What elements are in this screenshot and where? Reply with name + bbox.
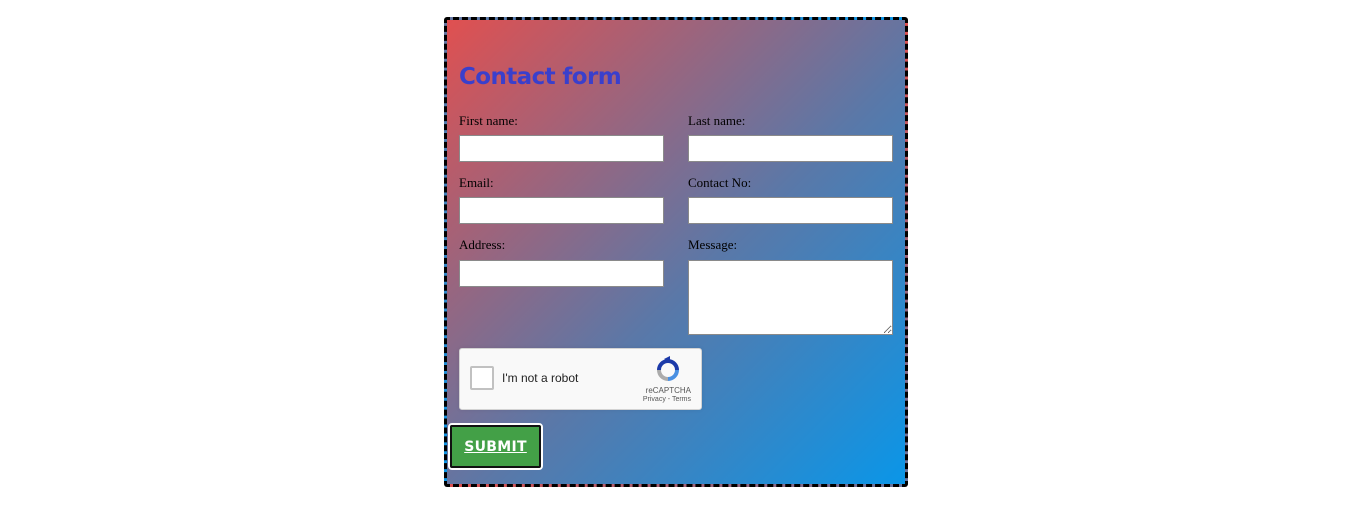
recaptcha-brand: reCAPTCHA: [645, 386, 691, 395]
email-input[interactable]: [459, 197, 664, 224]
first-name-label: First name:: [459, 113, 518, 128]
recaptcha-label: I'm not a robot: [502, 371, 579, 385]
recaptcha-links: Privacy - Terms: [643, 396, 691, 403]
recaptcha-logo-icon: [657, 356, 679, 381]
message-label: Message:: [688, 237, 738, 252]
recaptcha-privacy-link[interactable]: Privacy: [643, 396, 666, 403]
last-name-input[interactable]: [688, 135, 893, 162]
contact-form-card: Contact form First name: Last name: Emai…: [444, 17, 908, 487]
address-input[interactable]: [459, 260, 664, 287]
submit-button[interactable]: SUBMIT: [448, 423, 543, 470]
email-label: Email:: [459, 175, 494, 190]
recaptcha-widget: I'm not a robot reCAPTCHA Privacy - Term…: [459, 348, 702, 410]
recaptcha-terms-link[interactable]: Terms: [672, 396, 691, 403]
contact-no-input[interactable]: [688, 197, 893, 224]
message-textarea[interactable]: [688, 260, 893, 335]
first-name-input[interactable]: [459, 135, 664, 162]
recaptcha-checkbox[interactable]: [470, 366, 494, 390]
address-label: Address:: [459, 237, 506, 252]
last-name-label: Last name:: [688, 113, 746, 128]
contact-no-label: Contact No:: [688, 175, 752, 190]
form-title: Contact form: [459, 64, 622, 90]
